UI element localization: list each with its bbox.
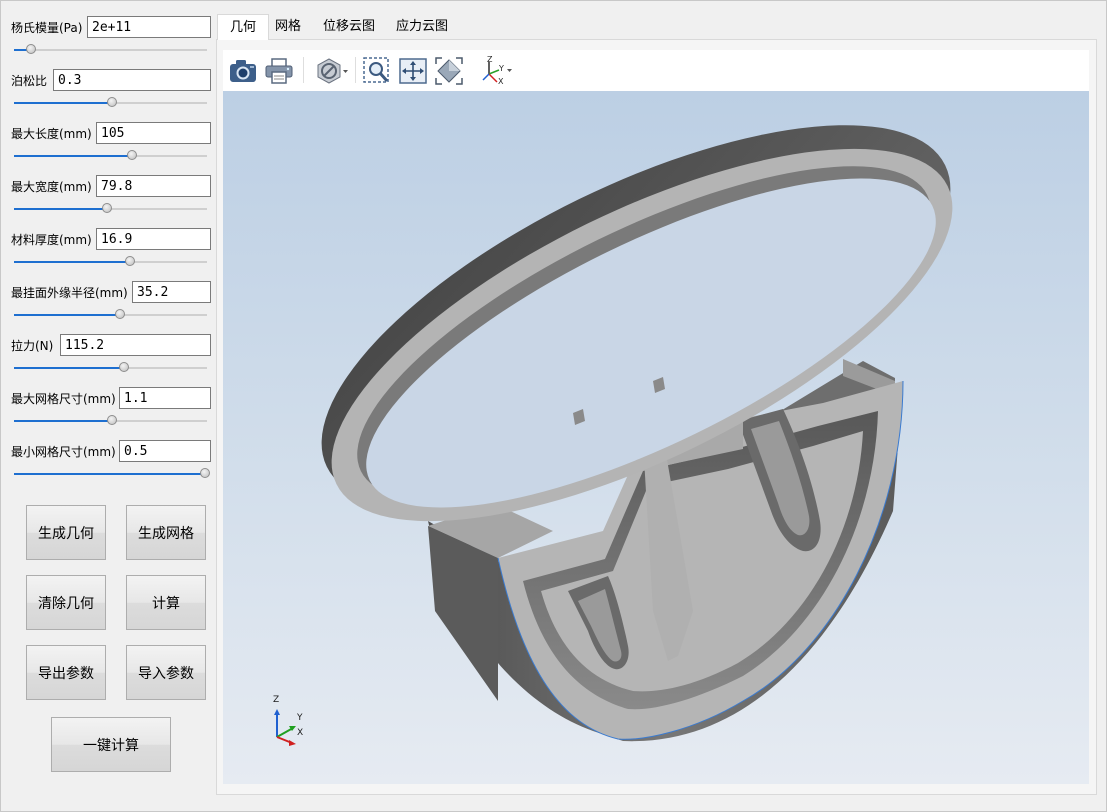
pan-icon[interactable]: [397, 55, 429, 87]
label-outer-radius: 最挂面外缘半径(mm): [11, 286, 128, 300]
label-youngs-modulus: 杨氏模量(Pa): [11, 21, 83, 35]
viewer-toolbar: Z Y X: [223, 50, 1089, 91]
tab-displacement[interactable]: 位移云图: [311, 14, 387, 40]
poisson-ratio-slider[interactable]: [14, 97, 207, 109]
max-width-slider[interactable]: [14, 203, 207, 215]
camera-icon[interactable]: [227, 55, 259, 87]
label-max-mesh-size: 最大网格尺寸(mm): [11, 392, 116, 406]
label-tension: 拉力(N): [11, 339, 54, 353]
max-width-input[interactable]: [96, 175, 211, 197]
svg-text:Z: Z: [487, 56, 493, 64]
fit-all-icon[interactable]: [433, 55, 465, 87]
outer-radius-slider[interactable]: [14, 309, 207, 321]
max-length-slider[interactable]: [14, 150, 207, 162]
axis-x-label: X: [297, 728, 304, 738]
outer-radius-input[interactable]: [132, 281, 211, 303]
youngs-modulus-input[interactable]: [87, 16, 211, 38]
display-mode-icon[interactable]: [311, 55, 351, 87]
max-mesh-size-slider[interactable]: [14, 415, 207, 427]
toolbar-separator: [355, 57, 356, 83]
generate-geometry-button[interactable]: 生成几何: [26, 505, 106, 560]
import-params-button[interactable]: 导入参数: [126, 645, 206, 700]
axis-y-label: Y: [297, 713, 303, 723]
max-length-input[interactable]: [96, 122, 211, 144]
svg-text:Y: Y: [498, 64, 504, 73]
3d-viewport[interactable]: Z Y X: [223, 91, 1089, 784]
label-material-thickness: 材料厚度(mm): [11, 233, 92, 247]
material-thickness-slider[interactable]: [14, 256, 207, 268]
export-params-button[interactable]: 导出参数: [26, 645, 106, 700]
label-max-length: 最大长度(mm): [11, 127, 92, 141]
label-min-mesh-size: 最小网格尺寸(mm): [11, 445, 116, 459]
clear-geometry-button[interactable]: 清除几何: [26, 575, 106, 630]
min-mesh-size-slider[interactable]: [14, 468, 211, 480]
one-click-compute-button[interactable]: 一键计算: [51, 717, 171, 772]
youngs-modulus-slider[interactable]: [14, 44, 207, 56]
material-thickness-input[interactable]: [96, 228, 211, 250]
geometry-model: [321, 125, 953, 742]
label-max-width: 最大宽度(mm): [11, 180, 92, 194]
axes-view-icon[interactable]: Z Y X: [477, 55, 515, 87]
toolbar-separator: [303, 57, 304, 83]
tension-input[interactable]: [60, 334, 211, 356]
max-mesh-size-input[interactable]: [119, 387, 211, 409]
tab-mesh[interactable]: 网格: [263, 14, 313, 40]
zoom-window-icon[interactable]: [361, 55, 393, 87]
tab-geometry[interactable]: 几何: [217, 14, 270, 40]
svg-text:X: X: [498, 77, 504, 86]
label-poisson-ratio: 泊松比: [11, 74, 48, 88]
compute-button[interactable]: 计算: [126, 575, 206, 630]
print-icon[interactable]: [263, 55, 295, 87]
tab-stress[interactable]: 应力云图: [384, 14, 460, 40]
tension-slider[interactable]: [14, 362, 207, 374]
generate-mesh-button[interactable]: 生成网格: [126, 505, 206, 560]
min-mesh-size-input[interactable]: [119, 440, 211, 462]
poisson-ratio-input[interactable]: [53, 69, 211, 91]
axis-z-label: Z: [273, 695, 280, 705]
axis-triad: [274, 709, 296, 746]
